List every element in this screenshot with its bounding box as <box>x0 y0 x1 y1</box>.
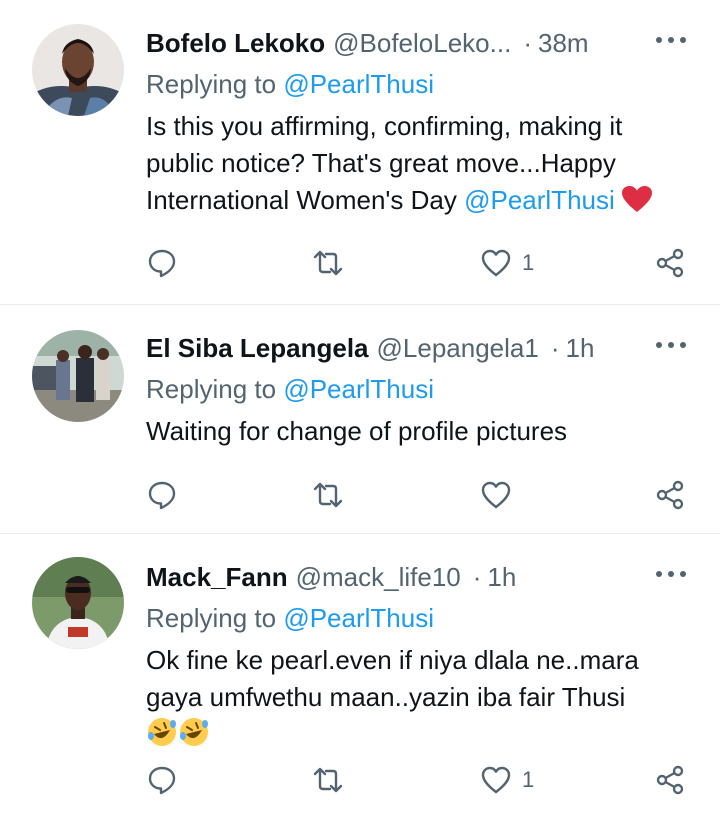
tweet-header: El Siba Lepangela @Lepangela1 · 1h <box>146 329 686 367</box>
retweet-button[interactable] <box>312 760 344 800</box>
like-icon <box>481 249 511 277</box>
replying-to-label: Replying to <box>146 374 284 404</box>
share-button[interactable] <box>654 475 686 515</box>
like-button[interactable] <box>480 475 522 515</box>
display-name[interactable]: Bofelo Lekoko <box>146 28 325 59</box>
replying-to-label: Replying to <box>146 69 284 99</box>
share-icon <box>656 765 684 795</box>
tweet-text-line: Ok fine ke pearl.even if niya dlala ne..… <box>146 645 639 675</box>
more-icon[interactable] <box>656 335 686 355</box>
tweet[interactable]: El Siba Lepangela @Lepangela1 · 1h Reply… <box>0 305 720 534</box>
tweet-text: Ok fine ke pearl.even if niya dlala ne..… <box>146 642 686 758</box>
replying-to: Replying to @PearlThusi <box>146 66 686 102</box>
timestamp[interactable]: 1h <box>487 562 516 593</box>
tweet-text-line: Is this you affirming, confirming, makin… <box>146 111 623 141</box>
tweet-actions: 1 <box>146 760 690 800</box>
share-icon <box>656 480 684 510</box>
retweet-button[interactable] <box>312 475 344 515</box>
tweet[interactable]: Bofelo Lekoko @BofeloLeko... · 38m Reply… <box>0 0 720 305</box>
rolling-on-floor-laughing-emoji <box>146 716 178 758</box>
separator-dot: · <box>550 332 560 363</box>
tweet-text-line: public notice? That's great move...Happy <box>146 148 616 178</box>
avatar[interactable] <box>32 557 124 649</box>
tweet[interactable]: Mack_Fann @mack_life10 · 1h Replying to … <box>0 534 720 829</box>
red-heart-emoji <box>621 185 653 223</box>
retweet-icon <box>313 482 343 508</box>
share-button[interactable] <box>654 760 686 800</box>
tweet-text-line: gaya umfwethu maan..yazin iba fair Thusi <box>146 682 626 712</box>
separator-dot: · <box>472 561 482 592</box>
user-handle[interactable]: @mack_life10 <box>296 562 461 593</box>
user-handle[interactable]: @BofeloLeko... <box>333 28 511 59</box>
like-icon <box>481 481 511 509</box>
like-count: 1 <box>522 250 535 275</box>
replying-to-label: Replying to <box>146 603 284 633</box>
avatar[interactable] <box>32 330 124 422</box>
tweet-text-line: Waiting for change of profile pictures <box>146 416 568 446</box>
tweet-text-line-with-mention: International Women's Day @PearlThusi <box>146 182 686 223</box>
reply-button[interactable] <box>146 760 178 800</box>
mention-link[interactable]: @PearlThusi <box>464 185 615 215</box>
timestamp[interactable]: 1h <box>566 333 595 364</box>
rolling-on-floor-laughing-emoji <box>178 716 210 758</box>
display-name[interactable]: El Siba Lepangela <box>146 333 369 364</box>
retweet-icon <box>313 767 343 793</box>
retweet-button[interactable] <box>312 243 344 283</box>
like-icon <box>481 766 511 794</box>
user-handle[interactable]: @Lepangela1 <box>377 333 539 364</box>
tweet-text-line: International Women's Day <box>146 185 465 215</box>
emoji-row <box>146 716 686 758</box>
tweet-text: Is this you affirming, confirming, makin… <box>146 108 686 223</box>
tweet-header: Bofelo Lekoko @BofeloLeko... · 38m <box>146 24 686 62</box>
reply-icon <box>148 249 176 278</box>
reply-button[interactable] <box>146 475 178 515</box>
display-name[interactable]: Mack_Fann <box>146 562 288 593</box>
timestamp[interactable]: 38m <box>538 28 589 59</box>
tweet-header: Mack_Fann @mack_life10 · 1h <box>146 558 686 596</box>
more-icon[interactable] <box>656 564 686 584</box>
replying-to: Replying to @PearlThusi <box>146 600 686 636</box>
reply-feed: Bofelo Lekoko @BofeloLeko... · 38m Reply… <box>0 0 720 829</box>
replying-to-mention[interactable]: @PearlThusi <box>283 69 434 99</box>
tweet-actions: 1 <box>146 243 690 283</box>
retweet-icon <box>313 250 343 276</box>
replying-to-mention[interactable]: @PearlThusi <box>283 603 434 633</box>
replying-to: Replying to @PearlThusi <box>146 371 686 407</box>
reply-icon <box>148 766 176 795</box>
like-count: 1 <box>522 767 535 792</box>
replying-to-mention[interactable]: @PearlThusi <box>283 374 434 404</box>
more-icon[interactable] <box>656 30 686 50</box>
share-icon <box>656 248 684 278</box>
like-button[interactable]: 1 <box>480 243 534 283</box>
reply-icon <box>148 481 176 510</box>
like-button[interactable]: 1 <box>480 760 534 800</box>
share-button[interactable] <box>654 243 686 283</box>
tweet-text: Waiting for change of profile pictures <box>146 413 686 450</box>
avatar[interactable] <box>32 24 124 116</box>
separator-dot: · <box>523 27 532 58</box>
tweet-actions <box>146 475 690 515</box>
reply-button[interactable] <box>146 243 178 283</box>
